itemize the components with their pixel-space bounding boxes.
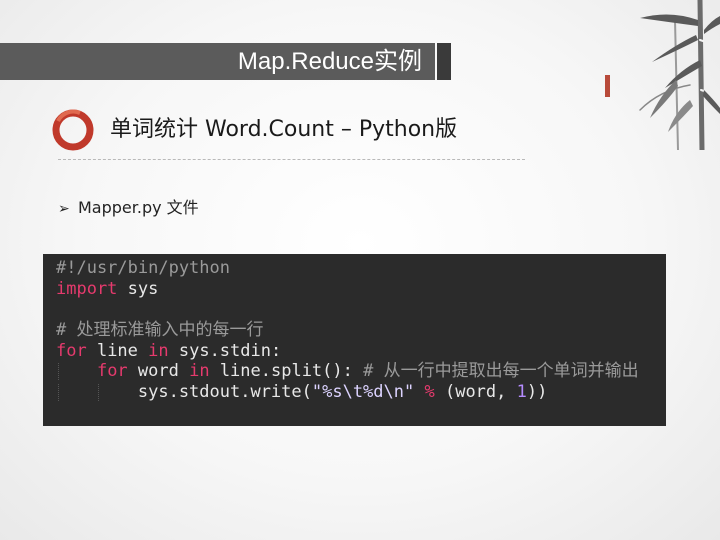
code-token: sys.stdin: <box>168 340 282 361</box>
code-token: for <box>96 361 128 382</box>
code-line: for line in sys.stdin: <box>56 341 666 362</box>
code-token: # 从一行中提取出每一个单词并输出 <box>363 361 639 382</box>
bamboo-decoration-icon <box>605 0 720 150</box>
code-line: # 处理标准输入中的每一行 <box>56 320 666 341</box>
code-token: # 处理标准输入中的每一行 <box>56 320 264 341</box>
code-line: for word in line.split(): # 从一行中提取出每一个单词… <box>56 361 666 382</box>
code-token: (word, <box>434 382 517 403</box>
code-line: import sys <box>56 279 666 300</box>
code-token: sys <box>117 278 159 299</box>
code-token: % <box>424 382 435 403</box>
code-token: 1 <box>516 382 527 403</box>
indent-guide <box>58 384 59 402</box>
code-line: #!/usr/bin/python <box>56 258 666 279</box>
code-token: line <box>86 340 149 361</box>
code-token: word <box>127 361 190 382</box>
code-token: )) <box>526 382 548 403</box>
section-heading: 单词统计 Word.Count – Python版 <box>110 117 458 142</box>
indent-guide <box>98 384 99 402</box>
code-block: #!/usr/bin/python import sys # 处理标准输入中的每一行… <box>43 254 666 426</box>
bullet-text: Mapper.py 文件 <box>78 198 199 217</box>
red-ring-logo-icon <box>52 109 94 151</box>
code-token: #!/usr/bin/python <box>56 258 230 278</box>
code-line: sys.stdout.write("%s\t%d\n" % (word, 1)) <box>56 382 666 403</box>
code-token: import <box>56 278 118 299</box>
code-token: in <box>189 361 210 382</box>
bullet-item: ➢ Mapper.py 文件 <box>58 196 199 221</box>
code-token: in <box>148 340 169 361</box>
code-token: "%s\t%d\n" <box>311 382 415 403</box>
title-bar-tab <box>437 43 451 80</box>
code-token: line.split(): <box>209 361 364 382</box>
indent-guide <box>58 363 59 381</box>
dashed-divider <box>58 159 525 160</box>
slide-title: Map.Reduce实例 <box>237 48 422 75</box>
arrow-bullet-icon: ➢ <box>58 201 70 217</box>
code-token: sys.stdout.write( <box>56 382 312 403</box>
code-token: for <box>56 340 87 361</box>
